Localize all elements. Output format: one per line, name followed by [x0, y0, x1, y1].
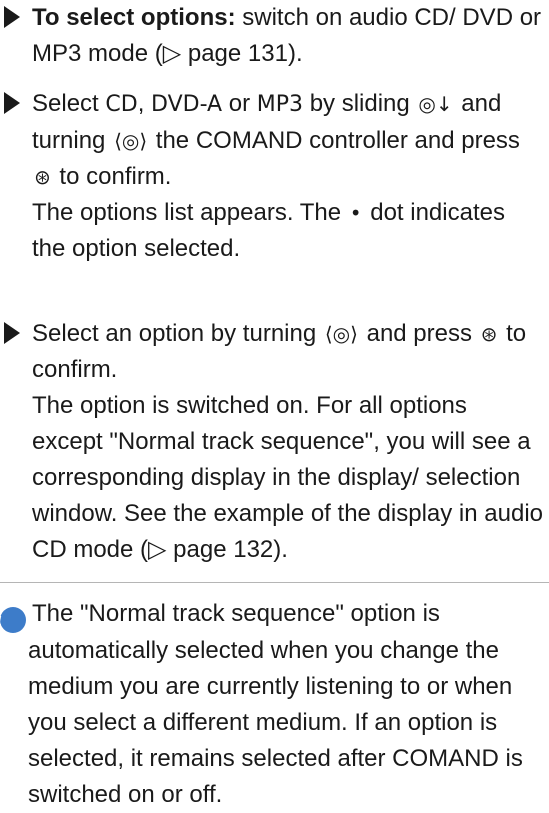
controller-turn-icon: ⟨◎⟩: [324, 322, 358, 346]
controller-turn-icon: ⟨◎⟩: [114, 129, 148, 153]
page-ref-triangle-icon: ▷: [148, 536, 167, 563]
info-note: iThe "Normal track sequence" option is a…: [0, 596, 549, 813]
text: by sliding: [303, 90, 417, 117]
note-body: The "Normal track sequence" option is au…: [28, 600, 523, 808]
divider: [0, 582, 549, 583]
text: Select: [32, 90, 106, 117]
page-ref: page 131).: [181, 40, 303, 67]
option-mp3: MP3: [256, 92, 304, 117]
step-lead: To select options:: [32, 4, 236, 31]
text: to confirm.: [52, 163, 172, 190]
step-arrow-icon: [4, 322, 20, 344]
info-icon: i: [0, 607, 26, 633]
step-text: Select an option by turning ⟨◎⟩ and pres…: [4, 316, 544, 568]
step-text: Select CD, DVD-A or MP3 by sliding ◎↓ an…: [4, 86, 544, 267]
step-select-option: Select an option by turning ⟨◎⟩ and pres…: [4, 316, 544, 568]
text: the COMAND controller and press: [149, 127, 520, 154]
option-dvd-a: DVD-A: [151, 92, 223, 117]
step-select-source: Select CD, DVD-A or MP3 by sliding ◎↓ an…: [4, 86, 544, 267]
option-cd: CD: [105, 92, 138, 117]
step-arrow-icon: [4, 6, 20, 28]
manual-page: To select options: switch on audio CD/ D…: [0, 0, 549, 808]
text: or: [222, 90, 257, 117]
step-arrow-icon: [4, 92, 20, 114]
page-ref: page 132).: [166, 536, 288, 563]
step-switch-on-mode: To select options: switch on audio CD/ D…: [4, 0, 544, 72]
controller-press-icon: ⊛: [480, 322, 498, 346]
step-text: To select options: switch on audio CD/ D…: [4, 0, 544, 72]
text: Select an option by turning: [32, 320, 323, 347]
step-result: The options list appears. The: [32, 199, 348, 226]
text: and press: [359, 320, 479, 347]
selected-dot-icon: •: [349, 201, 362, 225]
controller-slide-icon: ◎↓: [418, 92, 453, 116]
note-text: iThe "Normal track sequence" option is a…: [0, 596, 549, 813]
controller-press-icon: ⊛: [34, 165, 51, 189]
page-ref-triangle-icon: ▷: [162, 40, 182, 67]
text: ,: [137, 90, 152, 117]
